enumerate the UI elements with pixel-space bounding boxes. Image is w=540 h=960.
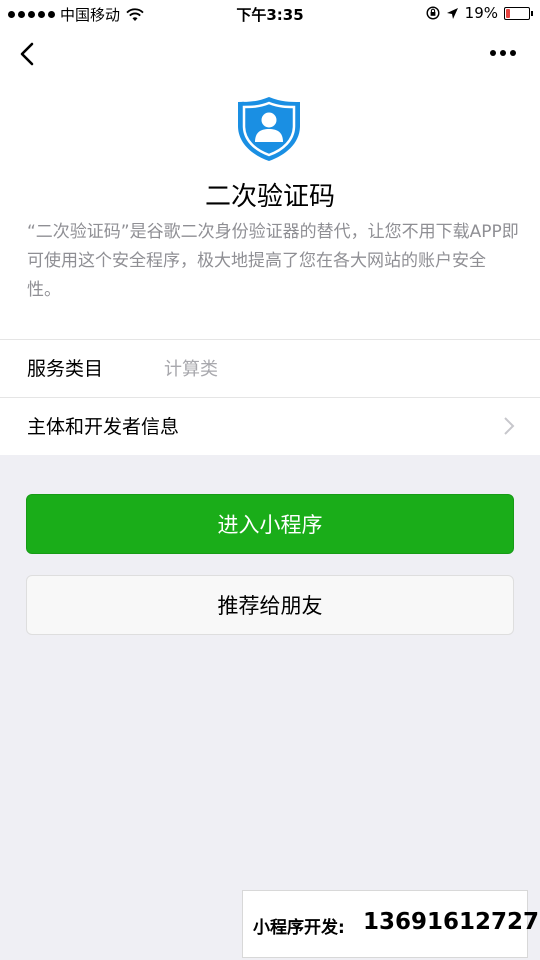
- developer-info-row[interactable]: 主体和开发者信息: [0, 397, 540, 453]
- watermark-phone: 13691612727: [363, 909, 540, 935]
- app-name: 二次验证码: [204, 182, 335, 212]
- battery-icon: [504, 6, 533, 20]
- orientation-lock-icon: [426, 6, 440, 20]
- developer-info-label: 主体和开发者信息: [27, 416, 180, 438]
- more-button[interactable]: [490, 50, 516, 56]
- battery-fill: [506, 8, 510, 18]
- app-description: “二次验证码”是谷歌二次身份验证器的替代，让您不用下载APP即可使用这个安全程序…: [27, 222, 519, 300]
- chevron-left-icon: [20, 42, 34, 66]
- location-arrow-icon: [446, 7, 458, 19]
- service-category-value: 计算类: [164, 359, 218, 380]
- service-category-row: 服务类目 计算类: [0, 339, 540, 395]
- chevron-right-icon: [504, 417, 515, 435]
- battery-percent: 19%: [464, 4, 498, 22]
- share-to-friend-button[interactable]: 推荐给朋友: [26, 575, 514, 635]
- enter-mini-program-button[interactable]: 进入小程序: [26, 494, 514, 554]
- more-dots-icon: [490, 50, 496, 56]
- shield-user-icon: [238, 97, 300, 161]
- status-bar: 中国移动 下午3:35 19%: [0, 0, 540, 28]
- service-category-label: 服务类目: [27, 358, 104, 380]
- watermark-label: 小程序开发:: [253, 918, 345, 938]
- status-right: 19%: [426, 4, 533, 22]
- back-button[interactable]: [14, 40, 42, 68]
- contact-watermark: 小程序开发: 13691612727: [242, 890, 539, 958]
